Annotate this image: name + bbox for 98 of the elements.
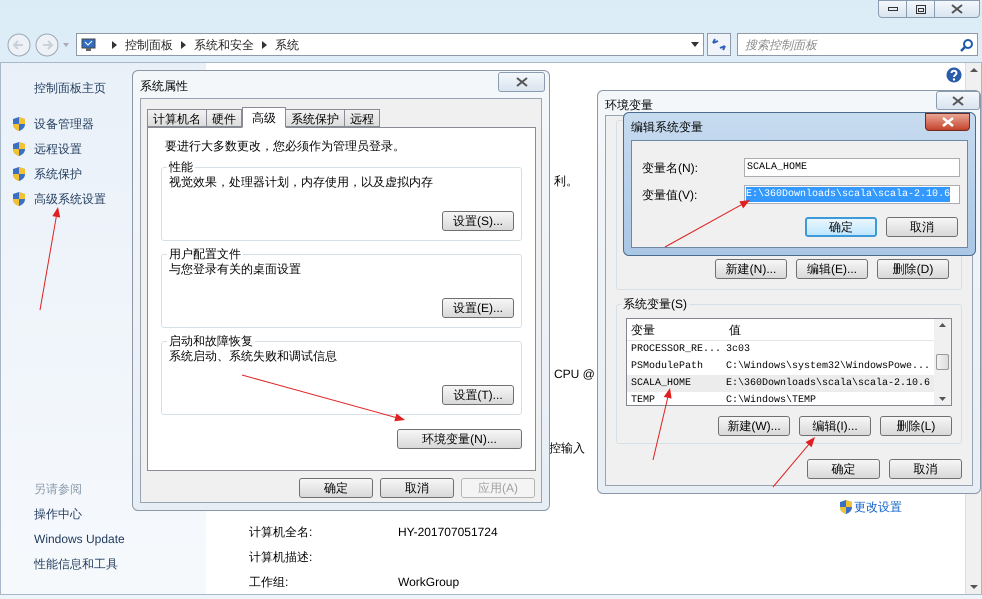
field-label: 变量名(N): [642,160,699,176]
group-title: 性能 [167,159,195,175]
restore-icon [916,4,926,14]
minimize-button[interactable] [878,0,907,18]
chevron-right-icon [262,40,267,48]
shield-icon [12,116,26,132]
list-row[interactable]: SCALA_HOME E:\360Downloads\scala\scala-2.10.6 [627,375,934,392]
tab[interactable]: 系统保护 [285,109,345,127]
input-field[interactable]: SCALA_HOME [744,158,960,177]
column-header[interactable]: 值 [723,320,741,338]
sidebar-link[interactable]: 性能信息和工具 [34,552,118,577]
sidebar-link[interactable]: 操作中心 [34,502,82,527]
dialog-title: 编辑系统变量 [631,119,703,136]
breadcrumb-item[interactable]: 系统 [275,36,299,54]
computer-icon [80,38,96,52]
dropdown-arrow-icon[interactable] [691,42,699,47]
tab[interactable]: 硬件 [206,109,242,127]
dialog-title: 环境变量 [605,97,653,114]
dialog-button[interactable]: 确定 [299,478,373,498]
group-title: 系统变量(S) [621,296,689,312]
info-label: 工作组: [249,574,288,591]
shield-icon [12,166,26,182]
sidebar-link[interactable]: 高级系统设置 [34,190,106,208]
close-icon [516,77,528,87]
variable-value: C:\Windows\system32\WindowsPowe... [725,360,930,374]
close-icon [951,4,963,14]
field-label: 变量值(V): [642,186,698,204]
chevron-right-icon [112,40,117,48]
section-heading: 另请参阅 [34,481,83,498]
variable-value: C:\Windows\TEMP [725,394,816,405]
maximize-button[interactable] [907,0,934,18]
close-button[interactable] [925,113,970,131]
info-label: 计算机全名: [249,524,312,541]
dialog-button[interactable]: 取消 [889,459,962,479]
list-action-button[interactable]: 新建(W)... [718,416,790,436]
settings-button[interactable]: 设置(T)... [442,385,514,405]
annotation-arrow [772,437,815,488]
search-icon [960,38,974,52]
sidebar-link[interactable]: 设备管理器 [34,114,94,132]
text-fragment: 控输入 [549,440,585,457]
list-action-button[interactable]: 新建(N)... [715,259,787,279]
breadcrumb-item[interactable]: 系统和安全 [194,36,254,54]
close-icon [952,96,964,106]
sidebar-link[interactable]: 远程设置 [34,140,82,158]
info-value: HY-201707051724 [398,524,498,541]
tab[interactable]: 远程 [344,109,380,127]
settings-button[interactable]: 设置(S)... [442,211,514,231]
sidebar-link[interactable]: 系统保护 [34,164,82,182]
close-button[interactable] [498,72,545,92]
dialog-title: 系统属性 [140,78,188,95]
list-action-button[interactable]: 编辑(I)... [799,416,871,436]
list-action-button[interactable]: 编辑(E)... [796,259,868,279]
group-title: 用户配置文件 [167,246,243,262]
variable-name: TEMP [630,394,656,405]
help-icon[interactable] [946,67,962,83]
tab[interactable]: 计算机名 [147,109,207,127]
shield-icon [12,190,26,206]
scrollbar[interactable] [934,319,951,405]
close-button[interactable] [934,0,980,18]
variable-value: E:\360Downloads\scala\scala-2.10.6 [725,376,930,391]
tab[interactable]: 高级 [242,107,286,128]
dialog-button[interactable]: 取消 [380,478,454,498]
text-fragment: 利。 [554,173,578,190]
group-description: 与您登录有关的桌面设置 [169,261,302,277]
variable-name: PSModulePath [630,360,704,374]
shield-icon [839,499,853,515]
breadcrumb-item[interactable]: 控制面板 [125,36,173,54]
address-bar[interactable]: 控制面板 系统和安全 系统 [76,33,704,56]
field-value: E:\360Downloads\scala\scala-2.10.6 [746,187,950,202]
shield-icon [12,140,26,156]
minimize-icon [888,7,898,11]
sidebar-link[interactable]: Windows Update [34,527,125,552]
search-field[interactable]: 搜索控制面板 [737,33,978,56]
dialog-button[interactable]: 确定 [805,217,877,237]
close-icon [942,117,954,127]
note-text: 要进行大多数更改，您必须作为管理员登录。 [164,138,406,154]
dialog-button[interactable]: 确定 [807,459,880,479]
variable-name: PROCESSOR_RE... [630,343,722,357]
group-title: 启动和故障恢复 [167,333,255,349]
refresh-button[interactable] [707,33,731,56]
list-action-button[interactable]: 删除(L) [880,416,952,436]
field-value: SCALA_HOME [746,161,808,175]
variable-name: SCALA_HOME [630,377,692,391]
close-button[interactable] [936,91,980,110]
variable-value: 3c03 [725,343,750,357]
scroll-thumb[interactable] [936,354,949,370]
environment-variables-button[interactable]: 环境变量(N)... [397,429,522,449]
info-value: WorkGroup [398,574,460,591]
info-label: 计算机描述: [249,549,312,566]
group-description: 系统启动、系统失败和调试信息 [169,348,338,364]
text-fragment: CPU @ [554,366,595,383]
list-action-button[interactable]: 删除(D) [877,259,949,279]
column-header[interactable]: 变量 [627,320,723,338]
settings-button[interactable]: 设置(E)... [442,298,514,318]
change-settings-link[interactable]: 更改设置 [854,498,902,516]
chevron-right-icon [181,40,186,48]
group-description: 视觉效果，处理器计划，内存使用，以及虚拟内存 [169,174,434,190]
dialog-button[interactable]: 取消 [886,217,958,237]
